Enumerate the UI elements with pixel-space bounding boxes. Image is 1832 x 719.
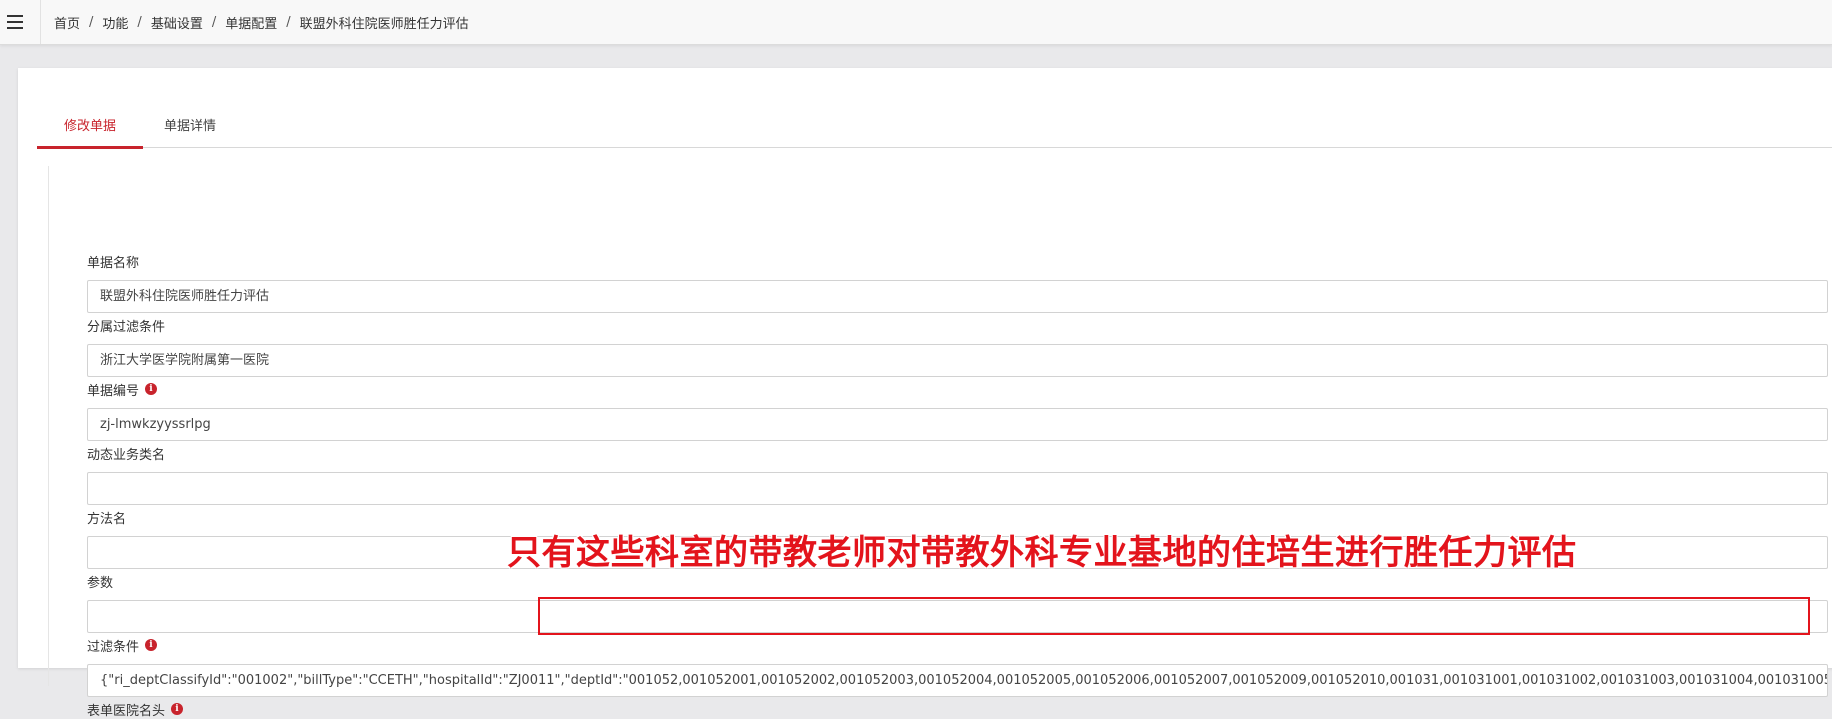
dynamic-class-label: 动态业务类名 [87,444,166,463]
hospital-header-label: 表单医院名头 i [87,700,184,719]
bill-code-label: 单据编号 i [87,380,158,399]
hospital-header-label-text: 表单医院名头 [87,703,166,719]
top-bar: 首页 / 功能 / 基础设置 / 单据配置 / 联盟外科住院医师胜任力评估 [0,0,1832,45]
params-label: 参数 [87,572,114,591]
method-name-label: 方法名 [87,508,127,527]
bill-name-label: 单据名称 [87,252,140,271]
breadcrumb-separator: / [211,14,217,30]
info-circle-icon[interactable]: i [171,703,184,715]
breadcrumb-separator: / [137,14,142,30]
breadcrumb-basic-settings[interactable]: 基础设置 [151,13,203,32]
filter-branch-label-text: 分属过滤条件 [87,319,166,335]
hamburger-menu-icon[interactable] [0,0,41,44]
breadcrumb-separator: / [286,14,291,30]
dynamic-class-label-text: 动态业务类名 [87,447,166,463]
breadcrumb-current-page: 联盟外科住院医师胜任力评估 [299,16,469,32]
bill-name-label-text: 单据名称 [87,255,140,271]
breadcrumb-function[interactable]: 功能 [102,13,128,32]
bill-name-input[interactable]: 联盟外科住院医师胜任力评估 [87,280,1828,313]
filter-condition-label-text: 过滤条件 [87,639,140,655]
annotation-highlight-box [538,597,1810,635]
filter-branch-label: 分属过滤条件 [87,316,166,335]
filter-condition-input[interactable]: {"ri_deptClassifyId":"001002","billType"… [87,664,1828,697]
annotation-caption: 只有这些科室的带教老师对带教外科专业基地的住培生进行胜任力评估 [507,533,1577,573]
filter-branch-input[interactable]: 浙江大学医学院附属第一医院 [87,344,1828,377]
tab-bar: 修改单据 单据详情 [37,106,1832,149]
info-circle-icon[interactable]: i [145,383,158,395]
content-card: 修改单据 单据详情 单据名称 联盟外科住院医师胜任力评估 分属过滤条件 浙江大学… [18,68,1832,719]
info-circle-icon[interactable]: i [145,639,158,651]
params-label-text: 参数 [87,575,114,591]
bill-code-input[interactable]: zj-lmwkzyyssrlpg [87,408,1828,441]
breadcrumb-bill-config[interactable]: 单据配置 [225,13,277,32]
filter-condition-label: 过滤条件 i [87,636,158,655]
tab-bill-details[interactable]: 单据详情 [159,106,221,147]
bill-code-label-text: 单据编号 [87,383,140,399]
breadcrumb-separator: / [89,14,94,30]
tab-edit-bill[interactable]: 修改单据 [37,106,143,149]
method-name-label-text: 方法名 [87,511,127,527]
dynamic-class-input[interactable] [87,472,1828,505]
breadcrumb-home[interactable]: 首页 [54,13,80,32]
breadcrumb: 首页 / 功能 / 基础设置 / 单据配置 / 联盟外科住院医师胜任力评估 [54,13,469,32]
